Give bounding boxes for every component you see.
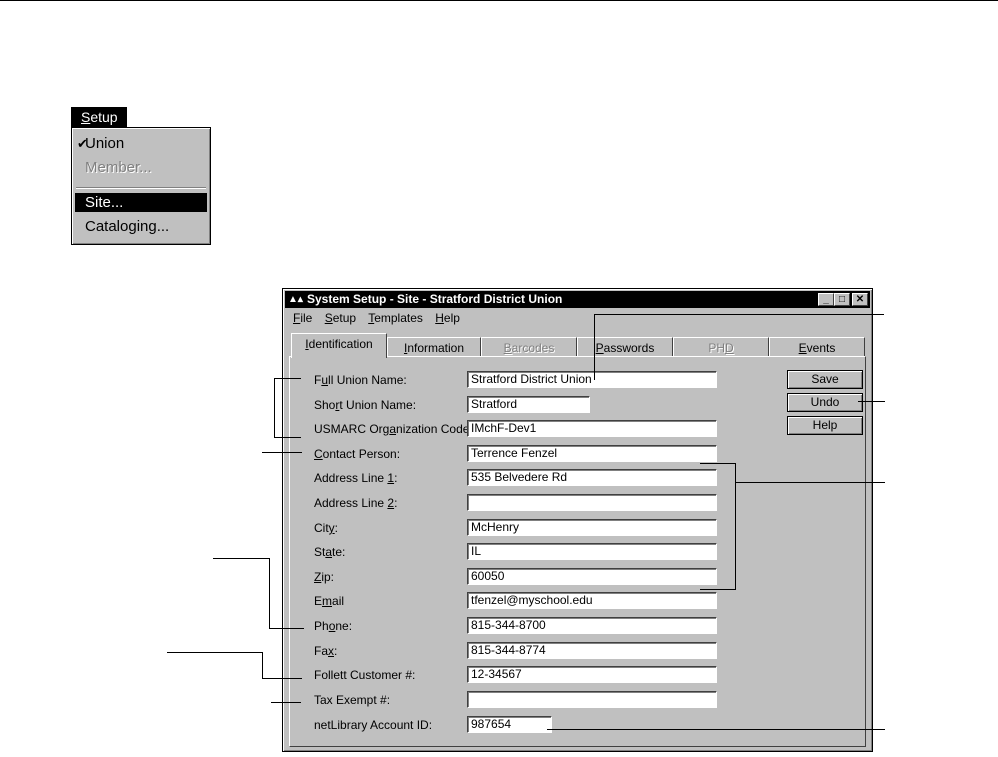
save-button[interactable]: Save	[787, 370, 863, 389]
callout-line	[269, 558, 270, 629]
callout-line	[274, 437, 301, 438]
callout-line	[213, 558, 270, 559]
usmarc-code-field[interactable]: IMchF-Dev1	[467, 420, 717, 437]
contact-person-field[interactable]: Terrence Fenzel	[467, 445, 717, 462]
callout-line	[594, 314, 884, 315]
help-button[interactable]: Help	[787, 416, 863, 435]
label-full-union-name: Full Union Name:	[314, 373, 407, 387]
label-netlibrary-account: netLibrary Account ID:	[314, 718, 433, 732]
tab-passwords[interactable]: Passwords	[577, 337, 673, 357]
callout-line	[271, 702, 301, 703]
app-icon: ▲▴	[288, 294, 303, 305]
window-menubar: File Setup Templates Help	[293, 310, 469, 326]
tab-events[interactable]: Events	[769, 337, 865, 357]
callout-line	[269, 628, 304, 629]
full-union-name-field[interactable]: Stratford District Union	[467, 371, 717, 388]
callout-line	[594, 314, 595, 380]
label-address-line-1: Address Line 1:	[314, 471, 398, 485]
address-line-1-field[interactable]: 535 Belvedere Rd	[467, 469, 717, 486]
zip-field[interactable]: 60050	[467, 568, 717, 585]
callout-line	[262, 452, 302, 453]
label-email: Email	[314, 594, 345, 608]
close-button[interactable]: ✕	[852, 293, 868, 306]
label-city: City:	[314, 521, 339, 535]
callout-line	[274, 378, 301, 379]
label-usmarc-code: USMARC Organization Code	[314, 422, 470, 436]
callout-line	[274, 378, 275, 437]
label-fax: Fax:	[314, 644, 338, 658]
label-zip: Zip:	[314, 570, 335, 584]
tab-identification[interactable]: Identification	[291, 333, 387, 358]
tab-phd: PHD	[673, 337, 769, 357]
setup-dropdown-menu: ✔ Union Member... Site... Cataloging...	[71, 127, 211, 245]
callout-line	[700, 463, 736, 464]
label-follett-customer: Follett Customer #:	[314, 668, 416, 682]
callout-line	[167, 652, 263, 653]
menu-item-union[interactable]: ✔ Union	[75, 134, 207, 153]
setup-menu-title[interactable]: Setup	[71, 107, 127, 127]
menu-templates[interactable]: Templates	[368, 311, 423, 325]
callout-line	[262, 652, 263, 679]
state-field[interactable]: IL	[467, 543, 717, 560]
callout-line	[858, 401, 885, 402]
top-rule	[0, 0, 998, 1]
city-field[interactable]: McHenry	[467, 519, 717, 536]
fax-field[interactable]: 815-344-8774	[467, 642, 717, 659]
menu-item-site[interactable]: Site...	[75, 193, 207, 212]
menu-separator	[76, 187, 206, 189]
label-address-line-2: Address Line 2:	[314, 496, 398, 510]
address-line-2-field[interactable]	[467, 494, 717, 511]
tab-barcodes: Barcodes	[481, 337, 577, 357]
callout-line	[736, 482, 885, 483]
tab-information[interactable]: Information	[387, 337, 481, 357]
netlibrary-account-field[interactable]: 987654	[467, 716, 552, 733]
phone-field[interactable]: 815-344-8700	[467, 617, 717, 634]
email-field[interactable]: tfenzel@myschool.edu	[467, 592, 717, 609]
label-state: State:	[314, 545, 346, 559]
menu-item-cataloging[interactable]: Cataloging...	[75, 217, 207, 236]
menu-item-member: Member...	[85, 159, 152, 176]
follett-customer-field[interactable]: 12-34567	[467, 666, 717, 683]
minimize-button[interactable]: _	[818, 293, 834, 306]
menu-file[interactable]: File	[293, 311, 312, 325]
maximize-button[interactable]: □	[834, 293, 850, 306]
menu-setup[interactable]: Setup	[325, 311, 356, 325]
checkmark-icon: ✔	[77, 136, 88, 151]
identification-panel: Full Union Name: Short Union Name: USMAR…	[289, 356, 866, 747]
title-bar: ▲▴ System Setup - Site - Stratford Distr…	[285, 291, 870, 308]
window-title: System Setup - Site - Stratford District…	[307, 292, 563, 306]
callout-line	[262, 678, 302, 679]
tax-exempt-field[interactable]	[467, 691, 717, 708]
label-short-union-name: Short Union Name:	[314, 398, 417, 412]
short-union-name-field[interactable]: Stratford	[467, 396, 590, 413]
callout-line	[700, 589, 736, 590]
label-phone: Phone:	[314, 619, 353, 633]
callout-line	[547, 729, 885, 730]
system-setup-window: ▲▴ System Setup - Site - Stratford Distr…	[282, 288, 873, 752]
menu-help[interactable]: Help	[435, 311, 460, 325]
label-tax-exempt: Tax Exempt #:	[314, 693, 391, 707]
label-contact-person: Contact Person:	[314, 447, 401, 461]
undo-button[interactable]: Undo	[787, 393, 863, 412]
